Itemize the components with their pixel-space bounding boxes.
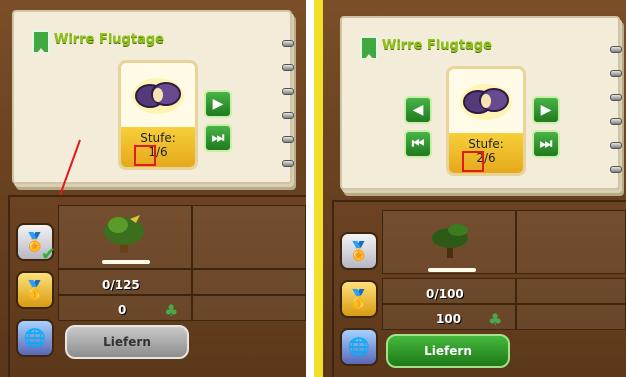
deliver-button[interactable]: Liefern xyxy=(386,334,510,368)
level-highlight-box xyxy=(134,145,156,166)
coin-bag-icon: ♣ xyxy=(164,301,179,320)
check-icon: ✔ xyxy=(40,244,56,265)
stufe-label: Stufe: xyxy=(468,137,504,151)
skip-end-icon: ⏭ xyxy=(539,136,553,152)
medal-gold-locked-icon: 🥇 xyxy=(23,279,47,301)
binder-ring xyxy=(282,112,294,119)
quest-area: 🏅 ✔ 🥇 🌐 0/125 0 ♣ Liefern xyxy=(8,195,306,377)
bookmark-icon xyxy=(32,30,50,54)
level-value: 1/6 xyxy=(148,145,168,159)
skip-start-icon: ⏮ xyxy=(411,136,425,152)
binder-ring xyxy=(610,70,622,77)
last-level-button[interactable]: ⏭ xyxy=(532,130,560,158)
binder-ring xyxy=(282,64,294,71)
progress-cell-empty xyxy=(516,278,626,304)
stufe-label: Stufe: xyxy=(140,131,176,145)
deliver-button[interactable]: Liefern xyxy=(65,325,189,359)
item-underline xyxy=(102,260,150,264)
points-cell-empty xyxy=(192,295,306,321)
binder-ring xyxy=(610,166,622,173)
points-cell-empty xyxy=(516,304,626,330)
bonsai-tree-item-icon xyxy=(428,220,474,264)
level-value: 2/6 xyxy=(476,151,496,165)
globe-locked-icon: 🌐 xyxy=(23,327,47,349)
points-value: 0 xyxy=(118,303,127,317)
level-card: Stufe: 1/6 xyxy=(118,60,198,170)
badge-silver-medal[interactable]: 🏅 ✔ xyxy=(16,223,56,265)
badge-globe[interactable]: 🌐 xyxy=(16,319,54,357)
previous-level-button[interactable]: ◀ xyxy=(404,96,432,124)
badge-silver-medal[interactable]: 🏅 xyxy=(340,232,378,270)
badge-gold-medal[interactable]: 🥇 xyxy=(16,271,54,309)
binder-ring xyxy=(610,118,622,125)
quest-book: Wirre Flugtage ◀ ⏮ Stufe: 2/6 ▶ ⏭ xyxy=(340,16,622,190)
skip-end-icon: ⏭ xyxy=(211,130,225,146)
reward-item-icon xyxy=(449,69,523,133)
medal-gold-locked-icon: 🥇 xyxy=(347,288,371,310)
last-level-button[interactable]: ⏭ xyxy=(204,124,232,152)
first-level-button[interactable]: ⏮ xyxy=(404,130,432,158)
binder-ring xyxy=(610,94,622,101)
left-panel: Wirre Flugtage Stufe: 1/6 ▶ ⏭ 🏅 ✔ 🥇 🌐 0/… xyxy=(0,0,306,377)
right-panel: Wirre Flugtage ◀ ⏮ Stufe: 2/6 ▶ ⏭ 🏅 🥇 🌐 … xyxy=(314,0,626,377)
binder-ring xyxy=(282,40,294,47)
next-level-button[interactable]: ▶ xyxy=(532,96,560,124)
binder-ring xyxy=(282,160,294,167)
badge-gold-medal[interactable]: 🥇 xyxy=(340,280,378,318)
task-slot-empty xyxy=(192,205,306,269)
bookmark-icon xyxy=(360,36,378,60)
binder-ring xyxy=(610,142,622,149)
reward-item-icon xyxy=(121,63,195,127)
event-title: Wirre Flugtage xyxy=(54,32,164,47)
points-value: 100 xyxy=(436,312,462,326)
stufe-box: Stufe: 2/6 xyxy=(449,133,523,173)
level-highlight-box xyxy=(462,151,484,172)
progress-value: 0/100 xyxy=(426,287,464,301)
progress-value: 0/125 xyxy=(102,278,140,292)
binder-ring xyxy=(610,46,622,53)
quest-area: 🏅 🥇 🌐 0/100 100 ♣ Liefern xyxy=(332,200,626,377)
binder-ring xyxy=(282,88,294,95)
play-right-icon: ▶ xyxy=(212,96,224,112)
progress-cell-empty xyxy=(192,269,306,295)
play-left-icon: ◀ xyxy=(412,102,424,118)
medal-silver-icon: 🏅 xyxy=(347,240,371,262)
level-card: Stufe: 2/6 xyxy=(446,66,526,176)
tree-item-icon xyxy=(100,211,150,259)
next-level-button[interactable]: ▶ xyxy=(204,90,232,118)
task-slot-empty xyxy=(516,210,626,274)
binder-ring xyxy=(282,136,294,143)
globe-locked-icon: 🌐 xyxy=(347,336,371,358)
stufe-box: Stufe: 1/6 xyxy=(121,127,195,167)
event-title: Wirre Flugtage xyxy=(382,38,492,53)
coin-bag-icon: ♣ xyxy=(488,310,503,329)
item-underline xyxy=(428,268,476,272)
yellow-frame-edge xyxy=(314,0,323,377)
play-right-icon: ▶ xyxy=(540,102,552,118)
badge-globe[interactable]: 🌐 xyxy=(340,328,378,366)
